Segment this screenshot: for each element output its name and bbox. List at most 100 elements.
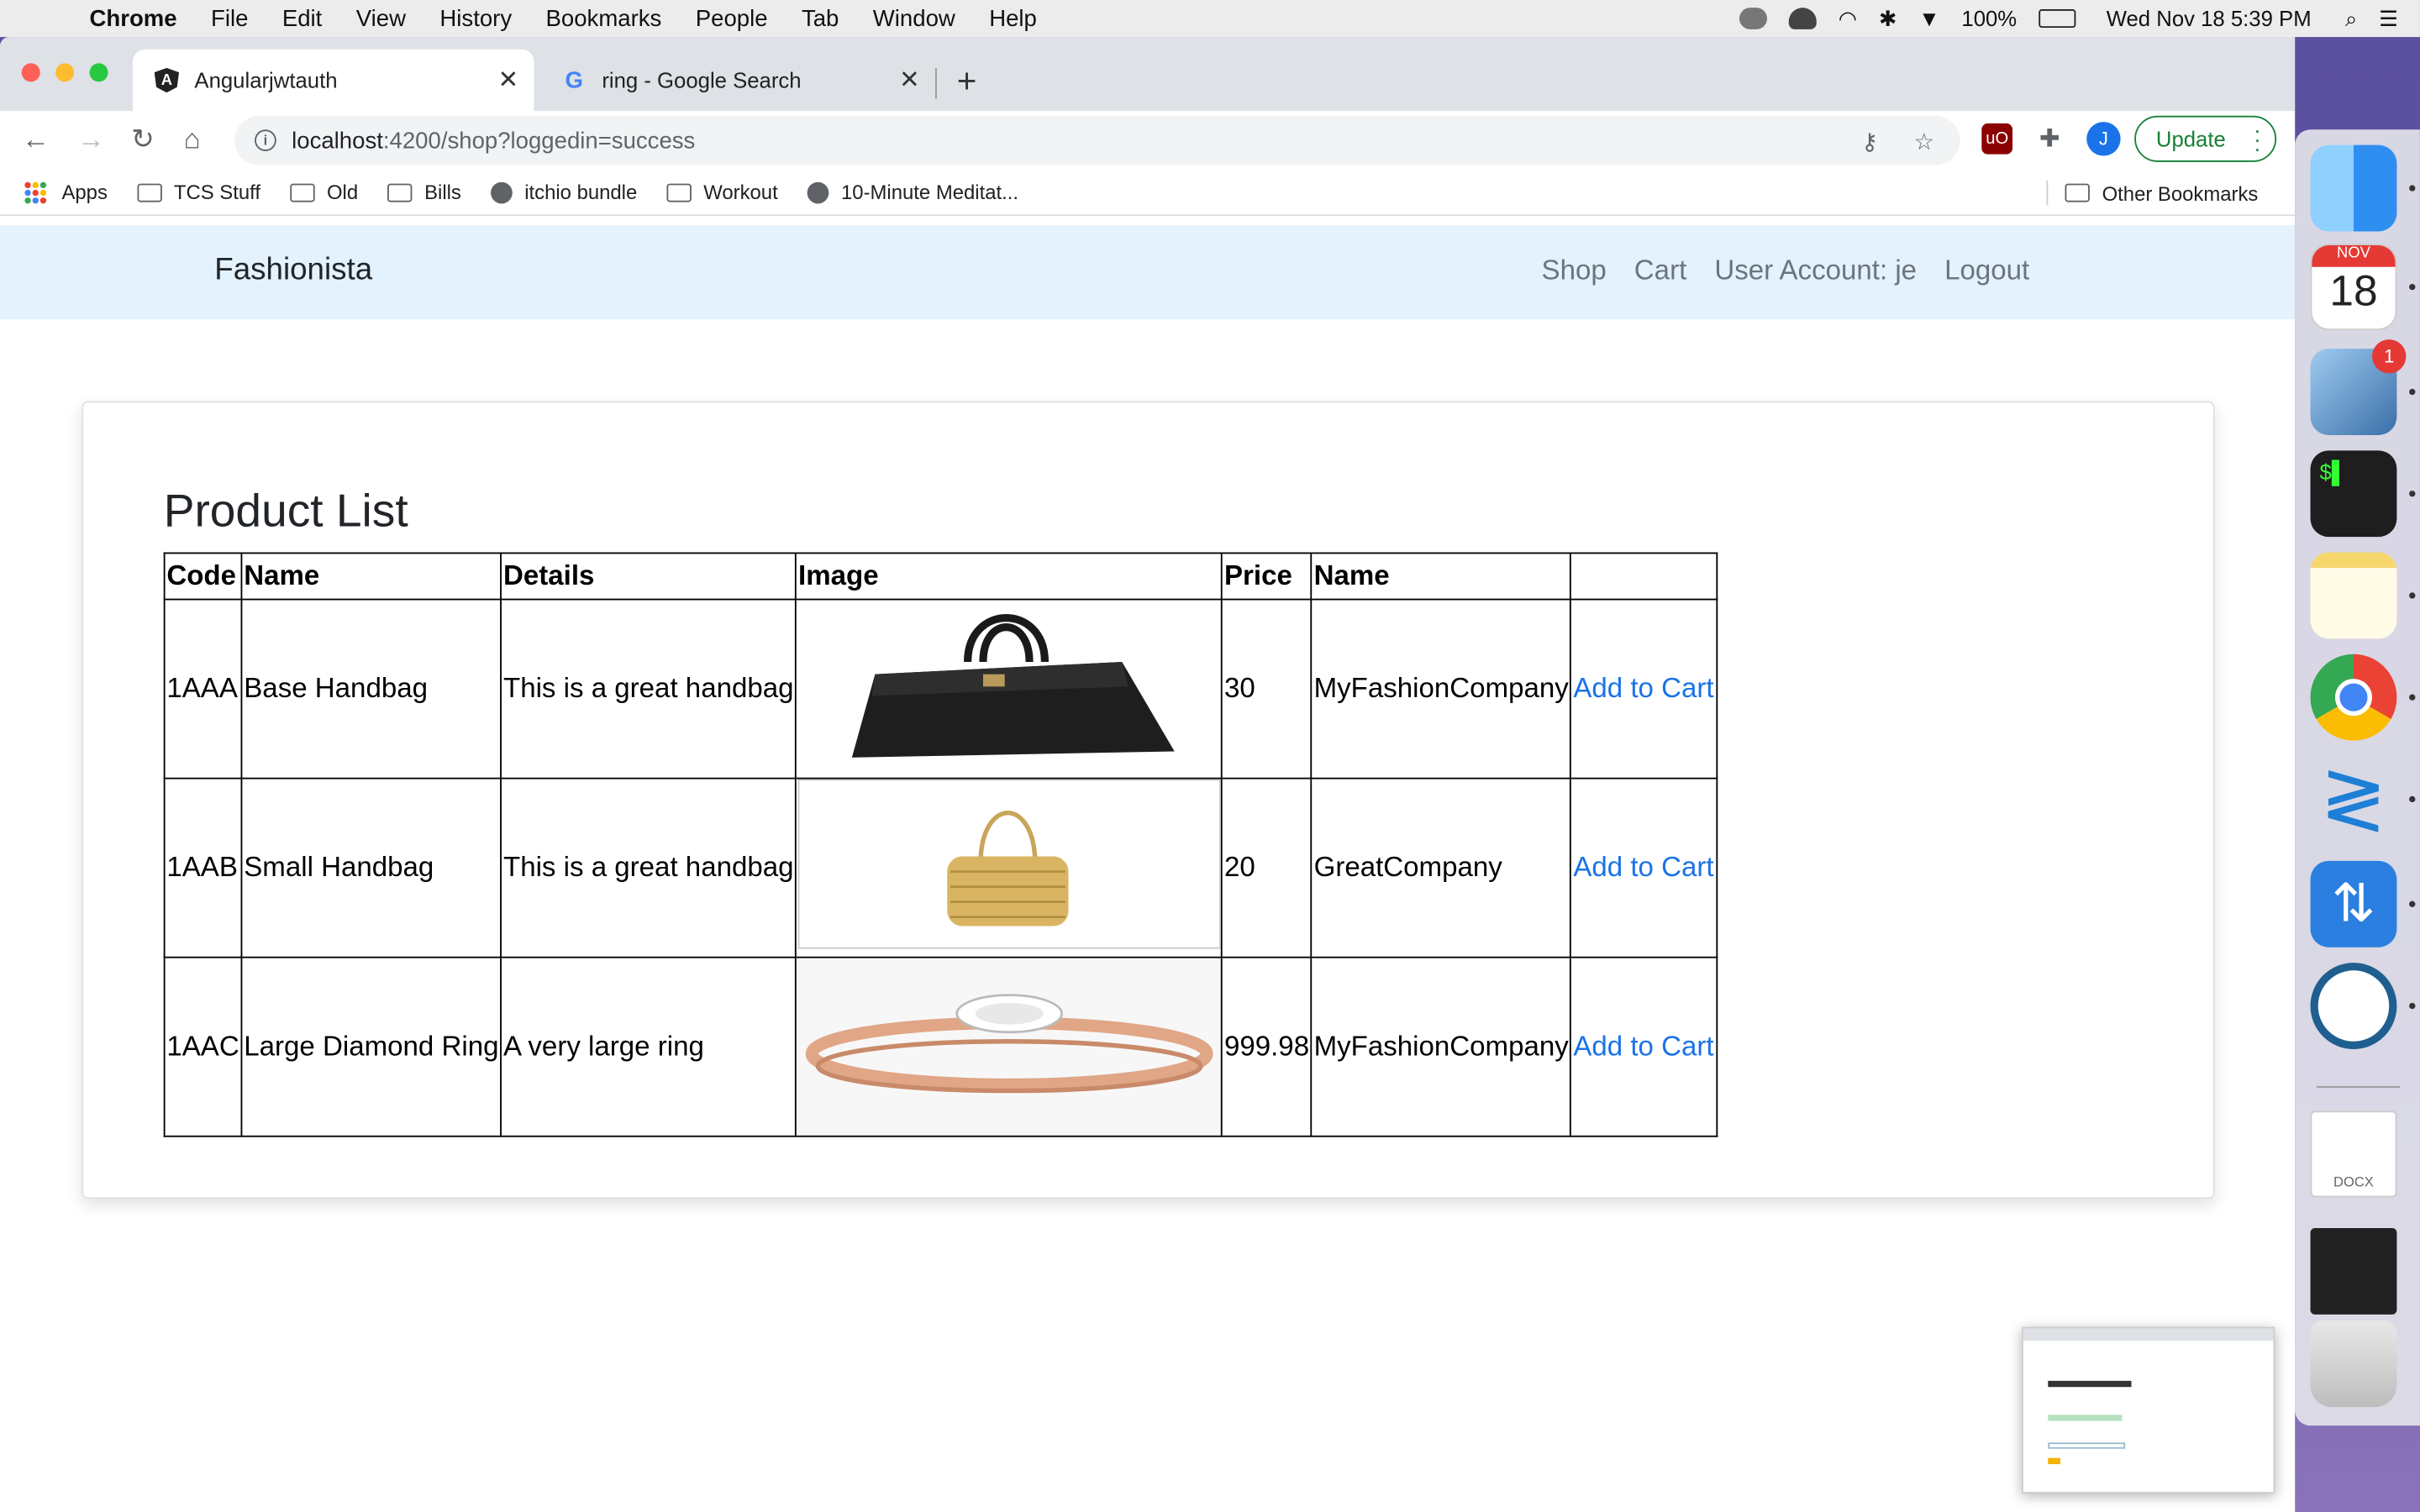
nav-links: Shop Cart User Account: je Logout xyxy=(1513,255,2030,287)
table-row: 1AAA Base Handbag This is a great handba… xyxy=(163,598,1718,780)
profile-avatar[interactable]: J xyxy=(2086,122,2121,156)
thumb-heading xyxy=(2048,1380,2132,1388)
mac-dock: NOV 18 1 $▌ ≷ ⇅ DOCX xyxy=(2295,129,2420,1426)
running-indicator xyxy=(2409,592,2416,599)
bookmark-itchio-bundle[interactable]: itchio bundle xyxy=(490,181,637,203)
site-navbar: Fashionista Shop Cart User Account: je L… xyxy=(0,225,2296,320)
close-tab-icon[interactable]: ✕ xyxy=(498,65,519,96)
screenshot-thumbnail[interactable] xyxy=(2022,1326,2275,1494)
header-company: Name xyxy=(1310,552,1572,601)
add-to-cart-link[interactable]: Add to Cart xyxy=(1570,598,1718,780)
cell-image xyxy=(795,956,1223,1137)
product-card: Product List Code Name Details Image Pri… xyxy=(82,401,2215,1200)
screen-recorder-icon[interactable] xyxy=(2310,963,2397,1049)
folder-icon xyxy=(387,182,413,202)
vscode-window-thumb[interactable] xyxy=(2310,1228,2397,1315)
battery-percent: 100% xyxy=(1961,6,2018,31)
extensions-icon[interactable]: ✚ xyxy=(2034,123,2065,155)
address-bar[interactable]: i localhost :4200/shop?loggedin=success … xyxy=(234,115,1960,165)
menu-help[interactable]: Help xyxy=(989,5,1037,31)
more-menu-icon[interactable]: · · · xyxy=(2254,118,2261,159)
cell-price: 30 xyxy=(1221,598,1313,780)
running-indicator xyxy=(2409,388,2416,396)
bookmark-old[interactable]: Old xyxy=(289,181,358,203)
calendar-icon[interactable]: NOV 18 xyxy=(2310,244,2397,331)
transmit-icon[interactable]: ⇅ xyxy=(2310,860,2397,948)
header-action xyxy=(1570,552,1718,601)
terminal-icon[interactable]: $▌ xyxy=(2310,450,2397,538)
new-tab-icon[interactable]: + xyxy=(957,61,977,102)
control-center-icon[interactable]: ☰ xyxy=(2379,5,2398,31)
cloud-icon[interactable] xyxy=(1789,8,1818,29)
docx-file-icon[interactable]: DOCX xyxy=(2310,1110,2397,1198)
chrome-icon[interactable] xyxy=(2310,654,2397,741)
nav-cart[interactable]: Cart xyxy=(1634,255,1686,287)
site-brand[interactable]: Fashionista xyxy=(214,253,372,288)
close-window-button[interactable] xyxy=(21,63,40,82)
bookmark-tcs-stuff[interactable]: TCS Stuff xyxy=(136,181,260,203)
reload-icon[interactable]: ↻ xyxy=(131,123,155,156)
tab-angularjwtauth[interactable]: A Angularjwtauth ✕ xyxy=(132,49,534,112)
home-icon[interactable]: ⌂ xyxy=(184,123,201,156)
running-indicator xyxy=(2409,900,2416,907)
bookmark-workout[interactable]: Workout xyxy=(666,181,778,203)
bookmark-other[interactable]: Other Bookmarks xyxy=(2065,170,2259,216)
back-icon[interactable]: ← xyxy=(22,123,50,156)
key-icon[interactable]: ⚷ xyxy=(1861,128,1878,155)
clock[interactable]: Wed Nov 18 5:39 PM xyxy=(2107,6,2312,30)
minimize-window-button[interactable] xyxy=(55,63,75,82)
site-info-icon[interactable]: i xyxy=(255,129,276,151)
apps-icon xyxy=(24,181,47,203)
folder-icon xyxy=(2065,183,2090,202)
bookmark-label: Bills xyxy=(424,180,461,204)
running-indicator xyxy=(2409,283,2416,291)
menu-view[interactable]: View xyxy=(356,5,406,31)
add-to-cart-link[interactable]: Add to Cart xyxy=(1570,956,1718,1137)
spotlight-icon[interactable]: ⌕ xyxy=(2345,5,2357,31)
nav-user-account[interactable]: User Account: je xyxy=(1714,255,1917,287)
battery-icon[interactable] xyxy=(2038,9,2075,29)
folder-icon xyxy=(289,182,315,202)
finder-icon[interactable] xyxy=(2310,144,2397,232)
menu-file[interactable]: File xyxy=(211,5,248,31)
gold-woven-handbag-image xyxy=(797,779,1221,949)
bookmark-label: Other Bookmarks xyxy=(2102,181,2259,205)
thumb-alert xyxy=(2048,1415,2123,1421)
mail-badge: 1 xyxy=(2372,339,2407,374)
bookmark-label: 10-Minute Meditat... xyxy=(841,180,1019,204)
forward-icon[interactable]: → xyxy=(77,123,105,156)
web-page: Fashionista Shop Cart User Account: je L… xyxy=(0,225,2296,1512)
menu-edit[interactable]: Edit xyxy=(282,5,322,31)
nav-logout[interactable]: Logout xyxy=(1944,255,2029,287)
menu-window[interactable]: Window xyxy=(873,5,955,31)
menu-app-name[interactable]: Chrome xyxy=(90,5,177,31)
bookmark-apps[interactable]: Apps xyxy=(0,181,108,203)
ublock-icon[interactable]: uO xyxy=(1981,123,2013,155)
close-tab-icon[interactable]: ✕ xyxy=(899,65,920,96)
dnd-icon[interactable] xyxy=(1739,8,1768,29)
bookmarks-bar: Apps TCS Stuff Old Bills itchio bundle W… xyxy=(0,170,2296,217)
zoom-window-button[interactable] xyxy=(89,63,108,82)
tab-google-search[interactable]: G ring - Google Search ✕ xyxy=(540,50,935,111)
bookmark-star-icon[interactable]: ☆ xyxy=(1914,128,1935,155)
bluetooth-icon[interactable]: ✱ xyxy=(1879,5,1897,31)
nav-shop[interactable]: Shop xyxy=(1542,255,1607,287)
vscode-icon[interactable]: ≷ xyxy=(2311,756,2397,843)
folder-icon xyxy=(136,182,162,202)
trash-icon[interactable] xyxy=(2310,1320,2397,1408)
shield-menu-icon[interactable]: ▼ xyxy=(1918,6,1939,30)
update-button[interactable]: Update · · · xyxy=(2134,115,2277,162)
menu-bookmarks[interactable]: Bookmarks xyxy=(546,5,662,31)
add-to-cart-link[interactable]: Add to Cart xyxy=(1570,777,1718,958)
menu-people[interactable]: People xyxy=(696,5,768,31)
menu-history[interactable]: History xyxy=(439,5,512,31)
notes-icon[interactable] xyxy=(2310,552,2397,639)
bookmark-bills[interactable]: Bills xyxy=(387,180,461,204)
angular-icon: A xyxy=(154,67,180,93)
menu-tab[interactable]: Tab xyxy=(802,5,839,31)
wifi-icon[interactable]: ◠ xyxy=(1839,5,1857,31)
cell-company: MyFashionCompany xyxy=(1310,956,1572,1137)
bookmark-meditation[interactable]: 10-Minute Meditat... xyxy=(807,180,1019,204)
url-path: :4200/shop?loggedin=success xyxy=(382,127,696,154)
running-indicator xyxy=(2409,1002,2416,1010)
